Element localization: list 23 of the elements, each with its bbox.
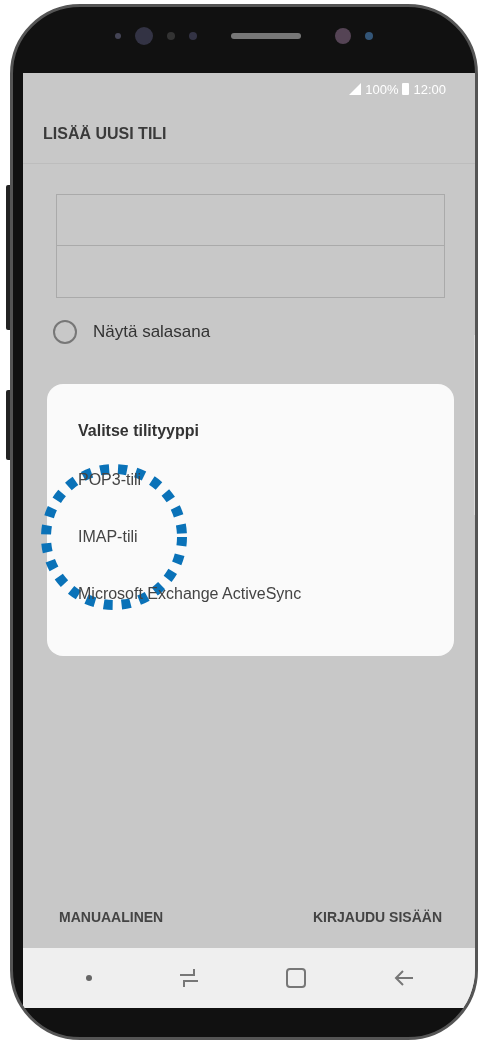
sensor-icon bbox=[115, 33, 121, 39]
dot-icon bbox=[85, 975, 92, 981]
signal-icon bbox=[349, 83, 362, 95]
text-button[interactable]: MANUAALINEN bbox=[55, 905, 168, 929]
dialog-title: Valitse tilityyppi bbox=[78, 422, 200, 440]
text-button[interactable]: KIRJAUDU SISÄÄN bbox=[308, 905, 446, 929]
screen-title: LISÄÄ UUSI TILI bbox=[23, 105, 475, 164]
option-item[interactable]: POP3-tili bbox=[78, 470, 142, 489]
camera-icon bbox=[335, 28, 351, 44]
radio-label: Näytä salasana bbox=[93, 322, 211, 342]
option-item[interactable]: Microsoft Exchange ActiveSync bbox=[78, 584, 302, 603]
camera-icon bbox=[135, 27, 153, 45]
home-icon[interactable] bbox=[285, 967, 308, 989]
sensor-icon bbox=[167, 32, 175, 40]
sensor-icon bbox=[189, 32, 197, 40]
sensor-icon bbox=[365, 32, 373, 40]
battery-icon bbox=[402, 83, 410, 95]
recent-apps-icon[interactable] bbox=[177, 967, 200, 989]
option-item[interactable]: IMAP-tili bbox=[78, 527, 138, 546]
radio-button[interactable] bbox=[53, 320, 77, 344]
input-field[interactable] bbox=[56, 194, 445, 246]
speaker-grille bbox=[231, 33, 301, 39]
input-field[interactable] bbox=[56, 246, 445, 298]
